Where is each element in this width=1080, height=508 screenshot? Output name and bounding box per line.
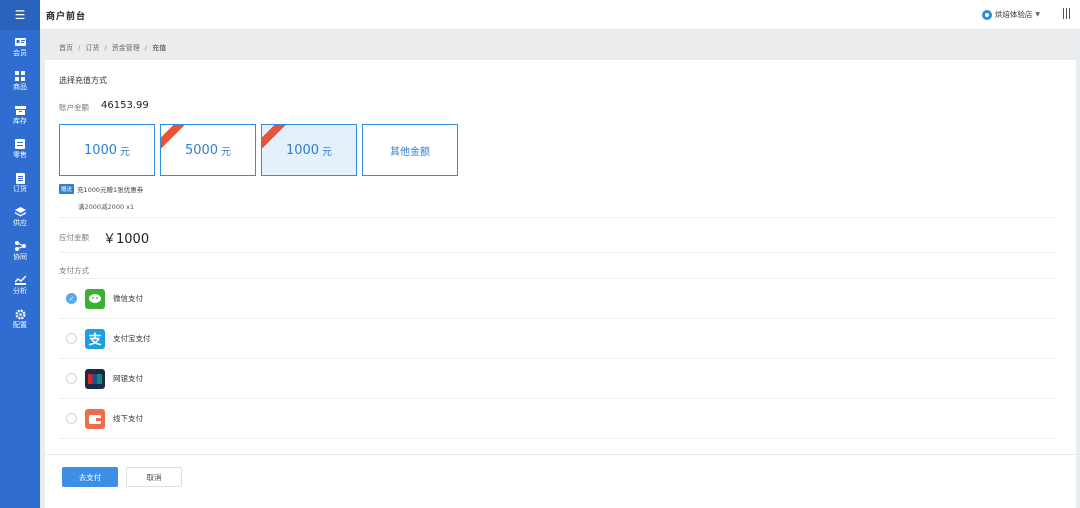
breadcrumb-home[interactable]: 首页: [59, 43, 73, 53]
amount-unit: 元: [322, 146, 333, 158]
payment-name: 微信支付: [113, 294, 143, 303]
wechat-pay-icon: [85, 288, 105, 309]
payment-option-alipay[interactable]: 支 支付宝支付: [59, 319, 1056, 359]
amount-value: 1000: [83, 142, 118, 158]
footer-divider: [45, 454, 1076, 455]
balance-value: 46153.99: [101, 100, 149, 111]
store-name: 烘焙体验店: [994, 10, 1033, 19]
breadcrumb: 首页 / 订货 / 资金管理 / 充值: [45, 36, 1076, 60]
divider: [59, 217, 1056, 218]
retail-icon: [14, 139, 26, 149]
chevron-down-icon: ▼: [1035, 11, 1040, 18]
sidebar-item-config[interactable]: 配置: [0, 302, 40, 336]
unionpay-icon: [85, 368, 105, 389]
chart-icon: [14, 275, 26, 285]
sidebar-item-label: 库存: [13, 117, 27, 125]
radio-unchecked[interactable]: [66, 413, 77, 424]
top-bar: 商户前台 烘焙体验店 ▼: [40, 0, 1080, 30]
share-icon: [14, 241, 26, 251]
amount-unit: 元: [221, 146, 232, 158]
amount-unit: 元: [120, 146, 131, 158]
sidebar-item-retail[interactable]: 零售: [0, 132, 40, 166]
amount-value: 其他金额: [390, 146, 430, 158]
amount-value: 1000: [285, 142, 320, 158]
amount-option-1000-selected[interactable]: 1000 元: [261, 124, 357, 176]
promo-tag: 赠送: [59, 184, 75, 194]
payment-option-offline[interactable]: 线下支付: [59, 399, 1056, 439]
breadcrumb-separator: /: [144, 44, 148, 52]
sidebar-item-collab[interactable]: 协同: [0, 234, 40, 268]
member-card-icon: [14, 37, 26, 47]
payable-label: 应付金额: [59, 233, 89, 242]
grid-icon: [14, 71, 26, 81]
payment-name: 网银支付: [113, 374, 143, 383]
sidebar-item-label: 零售: [13, 151, 27, 159]
divider: [59, 252, 1056, 253]
sidebar-item-stock[interactable]: 库存: [0, 98, 40, 132]
app-title: 商户前台: [46, 12, 87, 22]
promo-info: 赠送 充1000元赠1张优惠券: [59, 184, 143, 194]
payment-name: 线下支付: [113, 414, 143, 423]
sidebar-item-label: 配置: [13, 321, 27, 329]
menu-toggle-button[interactable]: ☰: [0, 0, 40, 30]
breadcrumb-separator: /: [104, 44, 107, 52]
layers-icon: [14, 207, 26, 217]
sidebar-item-goods[interactable]: 商品: [0, 64, 40, 98]
promo-text: 充1000元赠1张优惠券: [77, 186, 144, 194]
gear-icon: [14, 309, 26, 319]
section-title: 选择充值方式: [59, 76, 107, 85]
radio-unchecked[interactable]: [66, 373, 77, 384]
radio-unchecked[interactable]: [66, 333, 77, 344]
sidebar-item-order[interactable]: 订货: [0, 166, 40, 200]
warehouse-icon: [14, 105, 26, 115]
coupon-text: 满2000减2000 x1: [78, 203, 135, 211]
order-doc-icon: [14, 172, 26, 184]
wallet-icon: [85, 408, 105, 429]
sidebar-item-label: 商品: [13, 83, 27, 91]
payment-option-unionpay[interactable]: 网银支付: [59, 359, 1056, 399]
payment-option-wechat[interactable]: ✓ 微信支付: [59, 279, 1056, 319]
breadcrumb-order[interactable]: 订货: [85, 43, 99, 53]
breadcrumb-separator: /: [78, 44, 81, 52]
sidebar-item-supply[interactable]: 供应: [0, 200, 40, 234]
radio-checked[interactable]: ✓: [66, 293, 77, 304]
sidebar-item-analysis[interactable]: 分析: [0, 268, 40, 302]
store-avatar-icon: [981, 9, 992, 20]
hamburger-icon: ☰: [14, 8, 26, 22]
sidebar: ☰ 会员 商品 库存 零售 订货 供应 协同 分析 配置: [0, 0, 40, 508]
payment-name: 支付宝支付: [113, 334, 151, 343]
breadcrumb-fund[interactable]: 资金管理: [112, 43, 140, 53]
payable-value: ￥1000: [103, 232, 150, 247]
balance-label: 账户金额: [59, 103, 89, 112]
promo-ribbon: [262, 125, 289, 150]
amount-option-1000[interactable]: 1000 元: [59, 124, 155, 176]
column-menu-button[interactable]: [1063, 8, 1070, 19]
sidebar-item-member[interactable]: 会员: [0, 30, 40, 64]
pay-button[interactable]: 去支付: [62, 467, 118, 487]
amount-option-5000[interactable]: 5000 元: [160, 124, 256, 176]
recharge-panel: 选择充值方式 账户金额 46153.99 1000 元 5000 元 1000 元 其…: [45, 60, 1076, 508]
payment-method-title: 支付方式: [59, 266, 89, 275]
sidebar-item-label: 供应: [13, 219, 27, 227]
alipay-icon: 支: [85, 328, 105, 349]
sidebar-item-label: 会员: [13, 49, 27, 57]
breadcrumb-current: 充值: [152, 44, 167, 52]
sidebar-item-label: 分析: [13, 287, 27, 295]
promo-ribbon: [161, 125, 188, 150]
store-switcher[interactable]: 烘焙体验店 ▼: [981, 9, 1040, 20]
cancel-button[interactable]: 取消: [126, 467, 182, 487]
sidebar-item-label: 协同: [13, 253, 27, 261]
amount-value: 5000: [184, 142, 219, 158]
sidebar-item-label: 订货: [13, 185, 27, 193]
amount-option-other[interactable]: 其他金额: [362, 124, 458, 176]
